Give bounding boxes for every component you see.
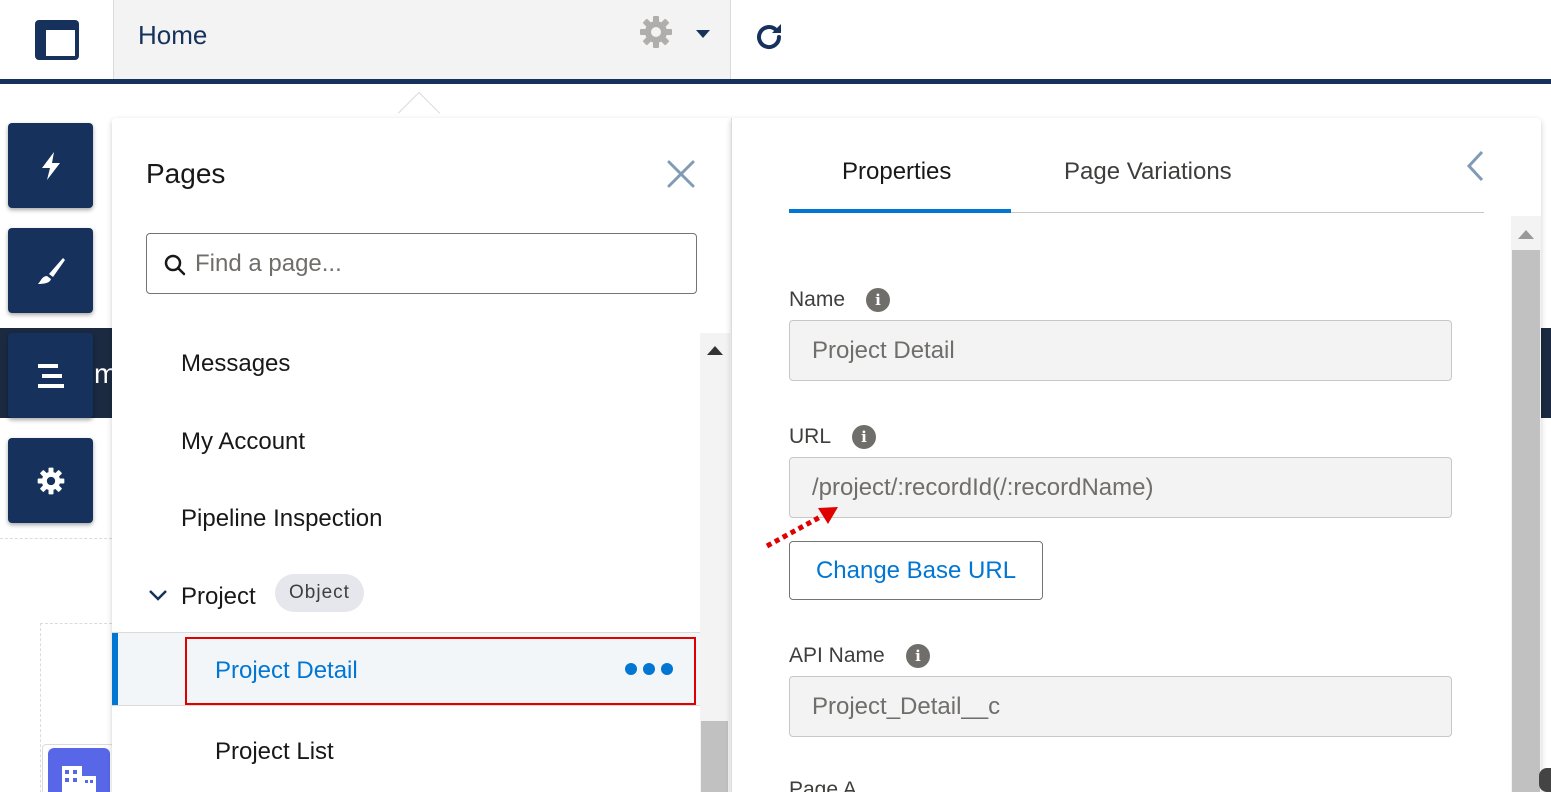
url-field xyxy=(789,457,1452,518)
name-input xyxy=(812,335,1432,367)
page-item-label: My Account xyxy=(181,428,306,455)
page-group-label: Project xyxy=(181,583,256,610)
lightning-icon xyxy=(41,151,60,180)
list-icon xyxy=(37,363,64,388)
next-field-label: Page A... xyxy=(789,778,875,792)
page-list-item[interactable]: Project List xyxy=(112,716,700,790)
rail-theme-button[interactable] xyxy=(8,228,93,313)
info-icon[interactable]: i xyxy=(866,288,890,312)
info-icon[interactable]: i xyxy=(852,425,876,449)
builder-header: Home xyxy=(0,0,1551,80)
refresh-button[interactable] xyxy=(752,20,786,59)
edge-close-icon[interactable] xyxy=(1539,768,1551,792)
name-label: Name xyxy=(789,288,846,311)
collapse-panel-button[interactable] xyxy=(1465,150,1485,187)
close-pages-button[interactable] xyxy=(667,160,695,193)
caret-down-icon[interactable] xyxy=(696,30,710,38)
properties-scroll-thumb[interactable] xyxy=(1512,250,1540,792)
tab-properties[interactable]: Properties xyxy=(842,158,951,186)
chevron-left-icon xyxy=(1466,150,1484,182)
close-icon xyxy=(667,160,695,188)
page-search-input[interactable] xyxy=(195,246,675,282)
page-search-box[interactable] xyxy=(146,233,697,294)
page-item-label: Project List xyxy=(215,738,334,765)
tab-page-variations[interactable]: Page Variations xyxy=(1064,158,1232,186)
builder-layout-icon xyxy=(34,19,79,60)
page-group-project[interactable]: Project xyxy=(112,561,700,635)
rail-components-button[interactable] xyxy=(8,123,93,208)
page-list-item[interactable]: Pipeline Inspection xyxy=(112,483,700,557)
api-name-label: API Name xyxy=(789,644,885,667)
page-item-label: Project Detail xyxy=(215,657,358,684)
url-label: URL xyxy=(789,425,832,448)
page-list-item[interactable]: Messages xyxy=(112,328,700,402)
builder-logo[interactable] xyxy=(0,0,113,79)
gear-icon xyxy=(640,16,672,48)
pages-panel-title: Pages xyxy=(146,158,226,189)
header-divider xyxy=(0,79,1551,84)
rail-settings-button[interactable] xyxy=(8,438,93,523)
scroll-up-icon[interactable] xyxy=(707,346,723,355)
search-icon xyxy=(164,254,186,281)
rail-pages-button[interactable] xyxy=(8,333,93,418)
background-divider xyxy=(0,538,112,539)
info-icon[interactable]: i xyxy=(906,644,930,668)
pages-scroll-thumb[interactable] xyxy=(701,721,728,792)
page-settings-icon[interactable] xyxy=(638,14,674,55)
selection-indicator xyxy=(112,633,118,705)
pages-panel: Pages Messages My Account Pipeline Inspe… xyxy=(112,118,731,792)
change-base-url-button[interactable]: Change Base URL xyxy=(789,541,1043,600)
more-actions-icon[interactable] xyxy=(625,663,673,675)
gear-icon xyxy=(37,467,64,494)
brush-icon xyxy=(37,257,65,284)
page-item-label: Pipeline Inspection xyxy=(181,505,383,532)
page-list-item-selected[interactable]: Project Detail xyxy=(112,632,700,706)
building-icon xyxy=(48,748,110,792)
object-badge: Object xyxy=(275,574,364,612)
page-list-item[interactable]: My Account xyxy=(112,406,700,480)
api-name-input xyxy=(812,691,1432,723)
url-input xyxy=(812,472,1432,504)
api-name-field xyxy=(789,676,1452,737)
refresh-icon xyxy=(757,24,782,50)
name-field xyxy=(789,320,1452,381)
page-properties-panel: Properties Page Variations Name i URL i … xyxy=(731,118,1541,792)
scroll-up-icon[interactable] xyxy=(1518,230,1534,239)
page-selector[interactable]: Home xyxy=(113,0,731,79)
active-tab-indicator xyxy=(789,209,1011,213)
page-item-label: Messages xyxy=(181,350,291,377)
current-page-title: Home xyxy=(138,20,208,50)
